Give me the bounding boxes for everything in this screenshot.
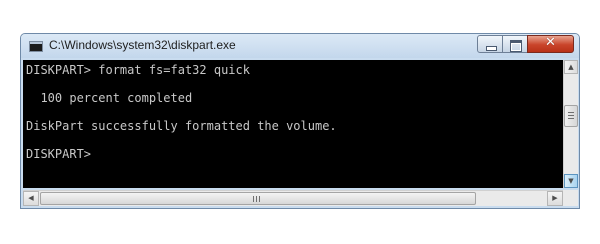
scroll-right-button[interactable]: ▶ (547, 191, 563, 206)
console-icon[interactable] (29, 41, 43, 52)
scroll-down-button[interactable]: ▼ (564, 174, 578, 188)
maximize-button[interactable] (502, 35, 528, 53)
title-bar[interactable]: C:\Windows\system32\diskpart.exe ✕ (21, 34, 579, 58)
minimize-icon (486, 46, 497, 51)
vertical-scroll-thumb[interactable] (564, 105, 578, 127)
minimize-button[interactable] (477, 35, 503, 53)
close-icon: ✕ (545, 35, 556, 50)
console-line: 100 percent completed (26, 91, 193, 105)
console-line: DISKPART> format fs=fat32 quick (26, 63, 250, 77)
scroll-left-button[interactable]: ◀ (23, 191, 39, 206)
horizontal-scroll-thumb[interactable] (40, 192, 476, 205)
resize-grip[interactable] (563, 190, 578, 206)
console-prompt: DISKPART> (26, 147, 92, 161)
console-line: DiskPart successfully formatted the volu… (26, 119, 337, 133)
vertical-scrollbar[interactable]: ▲ ▼ (563, 60, 578, 188)
grip-icon (253, 196, 260, 202)
console-window: C:\Windows\system32\diskpart.exe ✕ DISKP… (20, 33, 580, 209)
scroll-up-button[interactable]: ▲ (564, 60, 578, 74)
window-title: C:\Windows\system32\diskpart.exe (49, 38, 236, 52)
maximize-icon (510, 40, 522, 52)
console-output[interactable]: DISKPART> format fs=fat32 quick 100 perc… (23, 60, 563, 188)
horizontal-scrollbar[interactable]: ◀ ▶ (23, 190, 563, 206)
close-button[interactable]: ✕ (527, 35, 574, 53)
grip-icon (568, 112, 574, 119)
